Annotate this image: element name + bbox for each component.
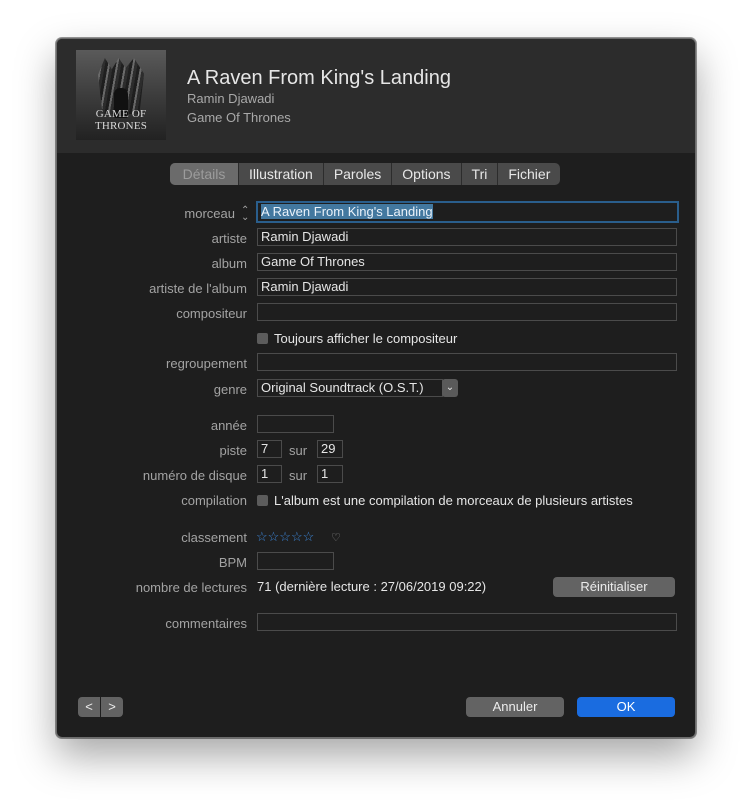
- sort-arrows-icon[interactable]: ⌃ ⌄: [241, 206, 249, 223]
- album-artist-field[interactable]: Ramin Djawadi: [257, 278, 677, 296]
- morceau-label: morceau: [184, 206, 235, 221]
- album-label: album: [211, 256, 247, 271]
- tab-illustration[interactable]: Illustration: [239, 163, 324, 185]
- cover-title: GAME OF THRONES: [94, 108, 148, 132]
- comments-field[interactable]: [257, 613, 677, 631]
- tab-fichier[interactable]: Fichier: [498, 163, 560, 185]
- compilation-text: L'album est une compilation de morceaux …: [274, 493, 633, 508]
- artiste-field[interactable]: Ramin Djawadi: [257, 228, 677, 246]
- play-count-label: nombre de lectures: [135, 580, 247, 595]
- heart-icon[interactable]: ♡: [331, 531, 341, 544]
- tab-tri[interactable]: Tri: [462, 163, 499, 185]
- disc-of-label: sur: [289, 468, 308, 483]
- compilation-checkbox[interactable]: [257, 495, 268, 506]
- rating-label: classement: [181, 530, 247, 545]
- song-info-dialog: GAME OF THRONES A Raven From King's Land…: [56, 38, 696, 738]
- tab-options[interactable]: Options: [392, 163, 462, 185]
- reset-button[interactable]: Réinitialiser: [553, 577, 675, 597]
- composer-field[interactable]: [257, 303, 677, 321]
- album-artist-label: artiste de l'album: [149, 281, 247, 296]
- tab-details[interactable]: Détails: [170, 163, 239, 185]
- track-label: piste: [219, 443, 247, 458]
- genre-label: genre: [213, 382, 247, 397]
- previous-button[interactable]: <: [78, 697, 100, 717]
- bpm-label: BPM: [218, 555, 247, 570]
- header: GAME OF THRONES A Raven From King's Land…: [57, 39, 695, 153]
- disc-total-field[interactable]: 1: [317, 465, 343, 483]
- tab-bar: Détails Illustration Paroles Options Tri…: [170, 163, 561, 185]
- grouping-label: regroupement: [166, 356, 247, 371]
- grouping-field[interactable]: [257, 353, 677, 371]
- morceau-field[interactable]: A Raven From King's Landing: [256, 201, 679, 223]
- composer-label: compositeur: [176, 306, 247, 321]
- bpm-field[interactable]: [257, 552, 334, 570]
- chevron-down-icon[interactable]: ⌄: [442, 379, 458, 397]
- album-field[interactable]: Game Of Thrones: [257, 253, 677, 271]
- show-composer-checkbox[interactable]: [257, 333, 268, 344]
- disc-label: numéro de disque: [142, 468, 247, 483]
- track-total-field[interactable]: 29: [317, 440, 343, 458]
- year-label: année: [210, 418, 247, 433]
- genre-select[interactable]: Original Soundtrack (O.S.T.): [257, 379, 443, 397]
- year-field[interactable]: [257, 415, 334, 433]
- track-album: Game Of Thrones: [187, 110, 291, 125]
- rating-stars[interactable]: ☆☆☆☆☆: [256, 529, 314, 545]
- album-artwork: GAME OF THRONES: [76, 50, 166, 140]
- compilation-label: compilation: [181, 493, 247, 508]
- cancel-button[interactable]: Annuler: [466, 697, 564, 717]
- ok-button[interactable]: OK: [577, 697, 675, 717]
- tab-paroles[interactable]: Paroles: [324, 163, 393, 185]
- track-of-label: sur: [289, 443, 308, 458]
- track-artist: Ramin Djawadi: [187, 91, 275, 106]
- play-count-value: 71 (dernière lecture : 27/06/2019 09:22): [257, 579, 487, 594]
- disc-number-field[interactable]: 1: [257, 465, 282, 483]
- track-number-field[interactable]: 7: [257, 440, 282, 458]
- artiste-label: artiste: [211, 231, 247, 246]
- comments-label: commentaires: [165, 616, 247, 631]
- next-button[interactable]: >: [101, 697, 123, 717]
- show-composer-label: Toujours afficher le compositeur: [274, 331, 458, 346]
- track-title: A Raven From King's Landing: [187, 67, 451, 89]
